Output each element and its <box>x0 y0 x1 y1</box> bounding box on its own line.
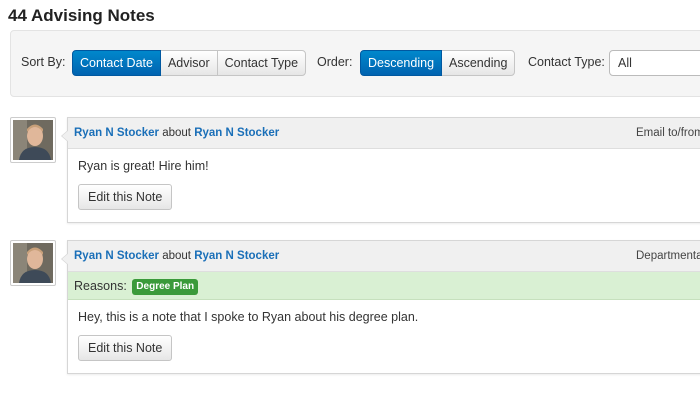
contact-type-select[interactable]: All <box>609 50 700 76</box>
note-text: Hey, this is a note that I spoke to Ryan… <box>78 310 419 324</box>
contact-type-label: Contact Type: <box>528 55 605 69</box>
sort-by-label: Sort By: <box>21 55 66 69</box>
sort-by-group: Contact Date Advisor Contact Type <box>72 50 307 76</box>
note-card: Ryan N Stocker about Ryan N Stocker Depa… <box>61 240 700 374</box>
reason-badge: Degree Plan <box>132 279 199 295</box>
author-link[interactable]: Ryan N Stocker <box>74 250 159 262</box>
order-group: Descending Ascending <box>360 50 516 76</box>
order-label: Order: <box>317 55 353 69</box>
author-link[interactable]: Ryan N Stocker <box>74 127 159 139</box>
subject-link[interactable]: Ryan N Stocker <box>194 127 279 139</box>
order-descending-button[interactable]: Descending <box>360 50 443 76</box>
edit-note-button[interactable]: Edit this Note <box>78 335 173 361</box>
about-word: about <box>162 127 191 139</box>
edit-note-button[interactable]: Edit this Note <box>78 184 173 210</box>
subject-link[interactable]: Ryan N Stocker <box>194 250 279 262</box>
order-ascending-button[interactable]: Ascending <box>441 50 516 76</box>
page-title: 44 Advising Notes <box>8 6 155 25</box>
user-avatar-icon <box>13 243 53 283</box>
sort-contact-type-button[interactable]: Contact Type <box>216 50 307 76</box>
note-body: Ryan is great! Hire him! Edit this Note <box>68 149 700 222</box>
reasons-label: Reasons: <box>74 279 127 293</box>
about-word: about <box>162 250 191 262</box>
contact-type-text: Departmental Ad <box>636 250 700 262</box>
note-body: Hey, this is a note that I spoke to Ryan… <box>68 300 700 373</box>
user-avatar-icon <box>13 120 53 160</box>
note-text: Ryan is great! Hire him! <box>78 159 209 173</box>
avatar <box>10 240 56 286</box>
filter-bar: Sort By: Contact Date Advisor Contact Ty… <box>10 30 700 97</box>
avatar <box>10 117 56 163</box>
note-card: Ryan N Stocker about Ryan N Stocker Emai… <box>61 117 700 223</box>
reasons-row: Reasons: Degree Plan <box>68 272 700 300</box>
contact-type-text: Email to/from <box>636 127 700 139</box>
note-header: Ryan N Stocker about Ryan N Stocker Depa… <box>68 241 700 272</box>
sort-advisor-button[interactable]: Advisor <box>159 50 218 76</box>
note-header: Ryan N Stocker about Ryan N Stocker Emai… <box>68 118 700 149</box>
sort-contact-date-button[interactable]: Contact Date <box>72 50 161 76</box>
